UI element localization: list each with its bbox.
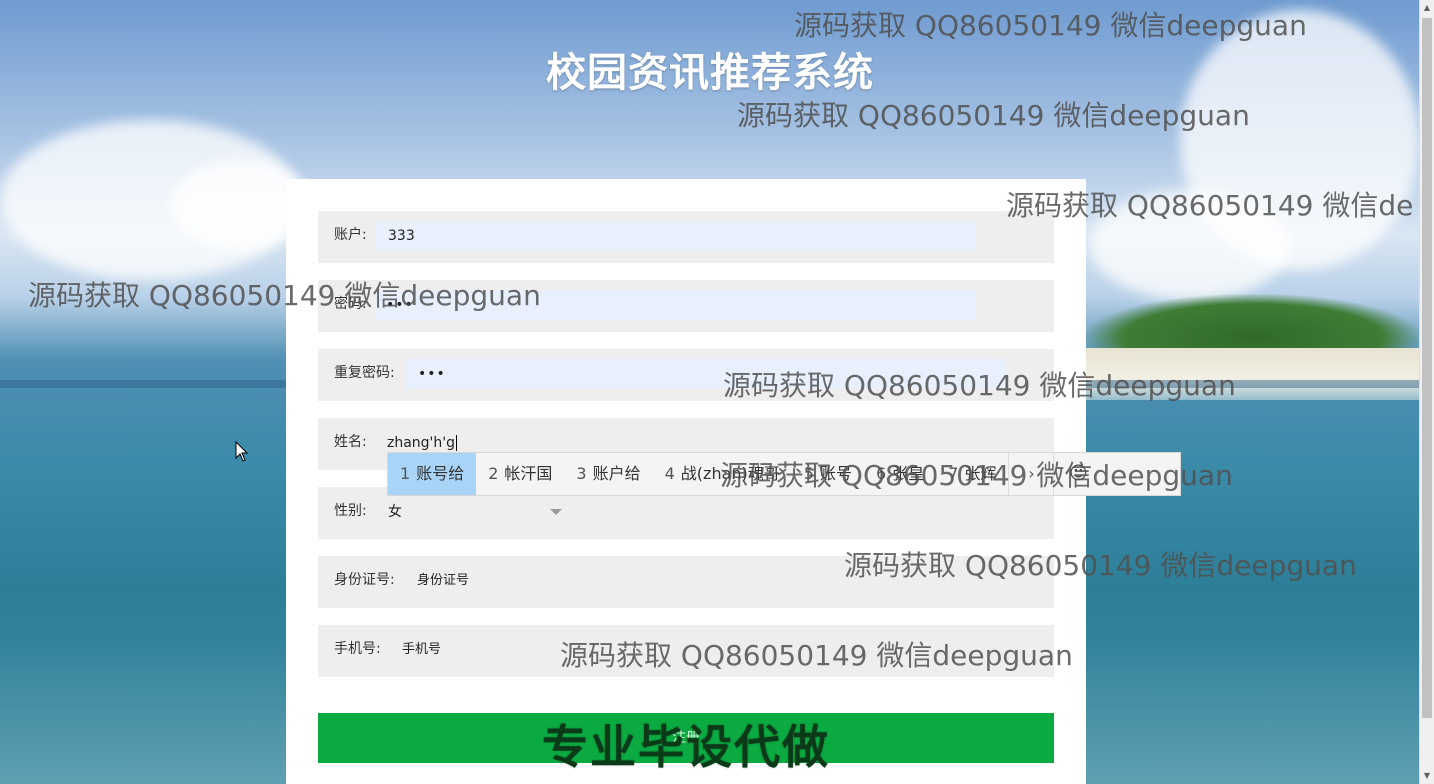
watermark-text: 源码获取 QQ86050149 微信deepguan [794, 9, 1307, 42]
name-label: 姓名: [334, 434, 367, 450]
account-input[interactable]: 333 [376, 221, 976, 251]
ime-candidate[interactable]: 1 账号给 [388, 453, 477, 495]
confirm-password-label: 重复密码: [334, 365, 395, 381]
id-card-label: 身份证号: [334, 572, 395, 588]
watermark-text: 源码获取 QQ86050149 微信deepguan [723, 369, 1236, 402]
scroll-down-icon[interactable]: ▼ [1420, 768, 1434, 784]
watermark-text: 源码获取 QQ86050149 微信deepguan [720, 459, 1233, 492]
chevron-down-icon [550, 509, 562, 515]
phone-label: 手机号: [334, 641, 381, 657]
ime-candidate-number: 1 [400, 464, 411, 483]
phone-input[interactable]: 手机号 [402, 635, 441, 665]
account-row: 账户: 333 [318, 211, 1054, 263]
ime-candidate-number: 3 [576, 464, 587, 483]
watermark-text: 源码获取 QQ86050149 微信deepguan [28, 279, 541, 312]
ime-candidate-text: 账号给 [416, 464, 465, 483]
ime-candidate-number: 2 [488, 464, 499, 483]
gender-select[interactable]: 女 [388, 497, 568, 527]
scrollbar-thumb[interactable] [1422, 18, 1432, 718]
ime-candidate-text: 账户给 [592, 464, 641, 483]
page-title: 校园资讯推荐系统 [546, 50, 874, 96]
watermark-text: 源码获取 QQ86050149 微信deepguan [737, 99, 1250, 132]
id-card-input[interactable]: 身份证号 [417, 566, 469, 596]
watermark-text: 源码获取 QQ86050149 微信deepguan [844, 549, 1357, 582]
vertical-scrollbar[interactable]: ▲ ▼ [1419, 0, 1434, 784]
gender-label: 性别: [334, 503, 367, 519]
text-caret [456, 435, 458, 451]
account-label: 账户: [334, 227, 367, 243]
ime-candidate-number: 4 [664, 464, 675, 483]
promo-overlay-text: 专业毕设代做 [542, 721, 830, 773]
gender-selected-value: 女 [388, 504, 402, 520]
island-decoration [1086, 294, 1420, 356]
watermark-text: 源码获取 QQ86050149 微信deepguan [560, 639, 1073, 672]
scroll-up-icon[interactable]: ▲ [1420, 0, 1434, 16]
ime-candidate-text: 帐汗国 [504, 464, 553, 483]
ime-candidate[interactable]: 3 账户给 [564, 453, 652, 495]
watermark-text: 源码获取 QQ86050149 微信de [1006, 189, 1414, 222]
ime-candidate[interactable]: 2 帐汗国 [476, 453, 564, 495]
register-button[interactable]: 注册 专业毕设代做 [318, 713, 1054, 773]
name-input-value: zhang'h'g [387, 435, 456, 451]
